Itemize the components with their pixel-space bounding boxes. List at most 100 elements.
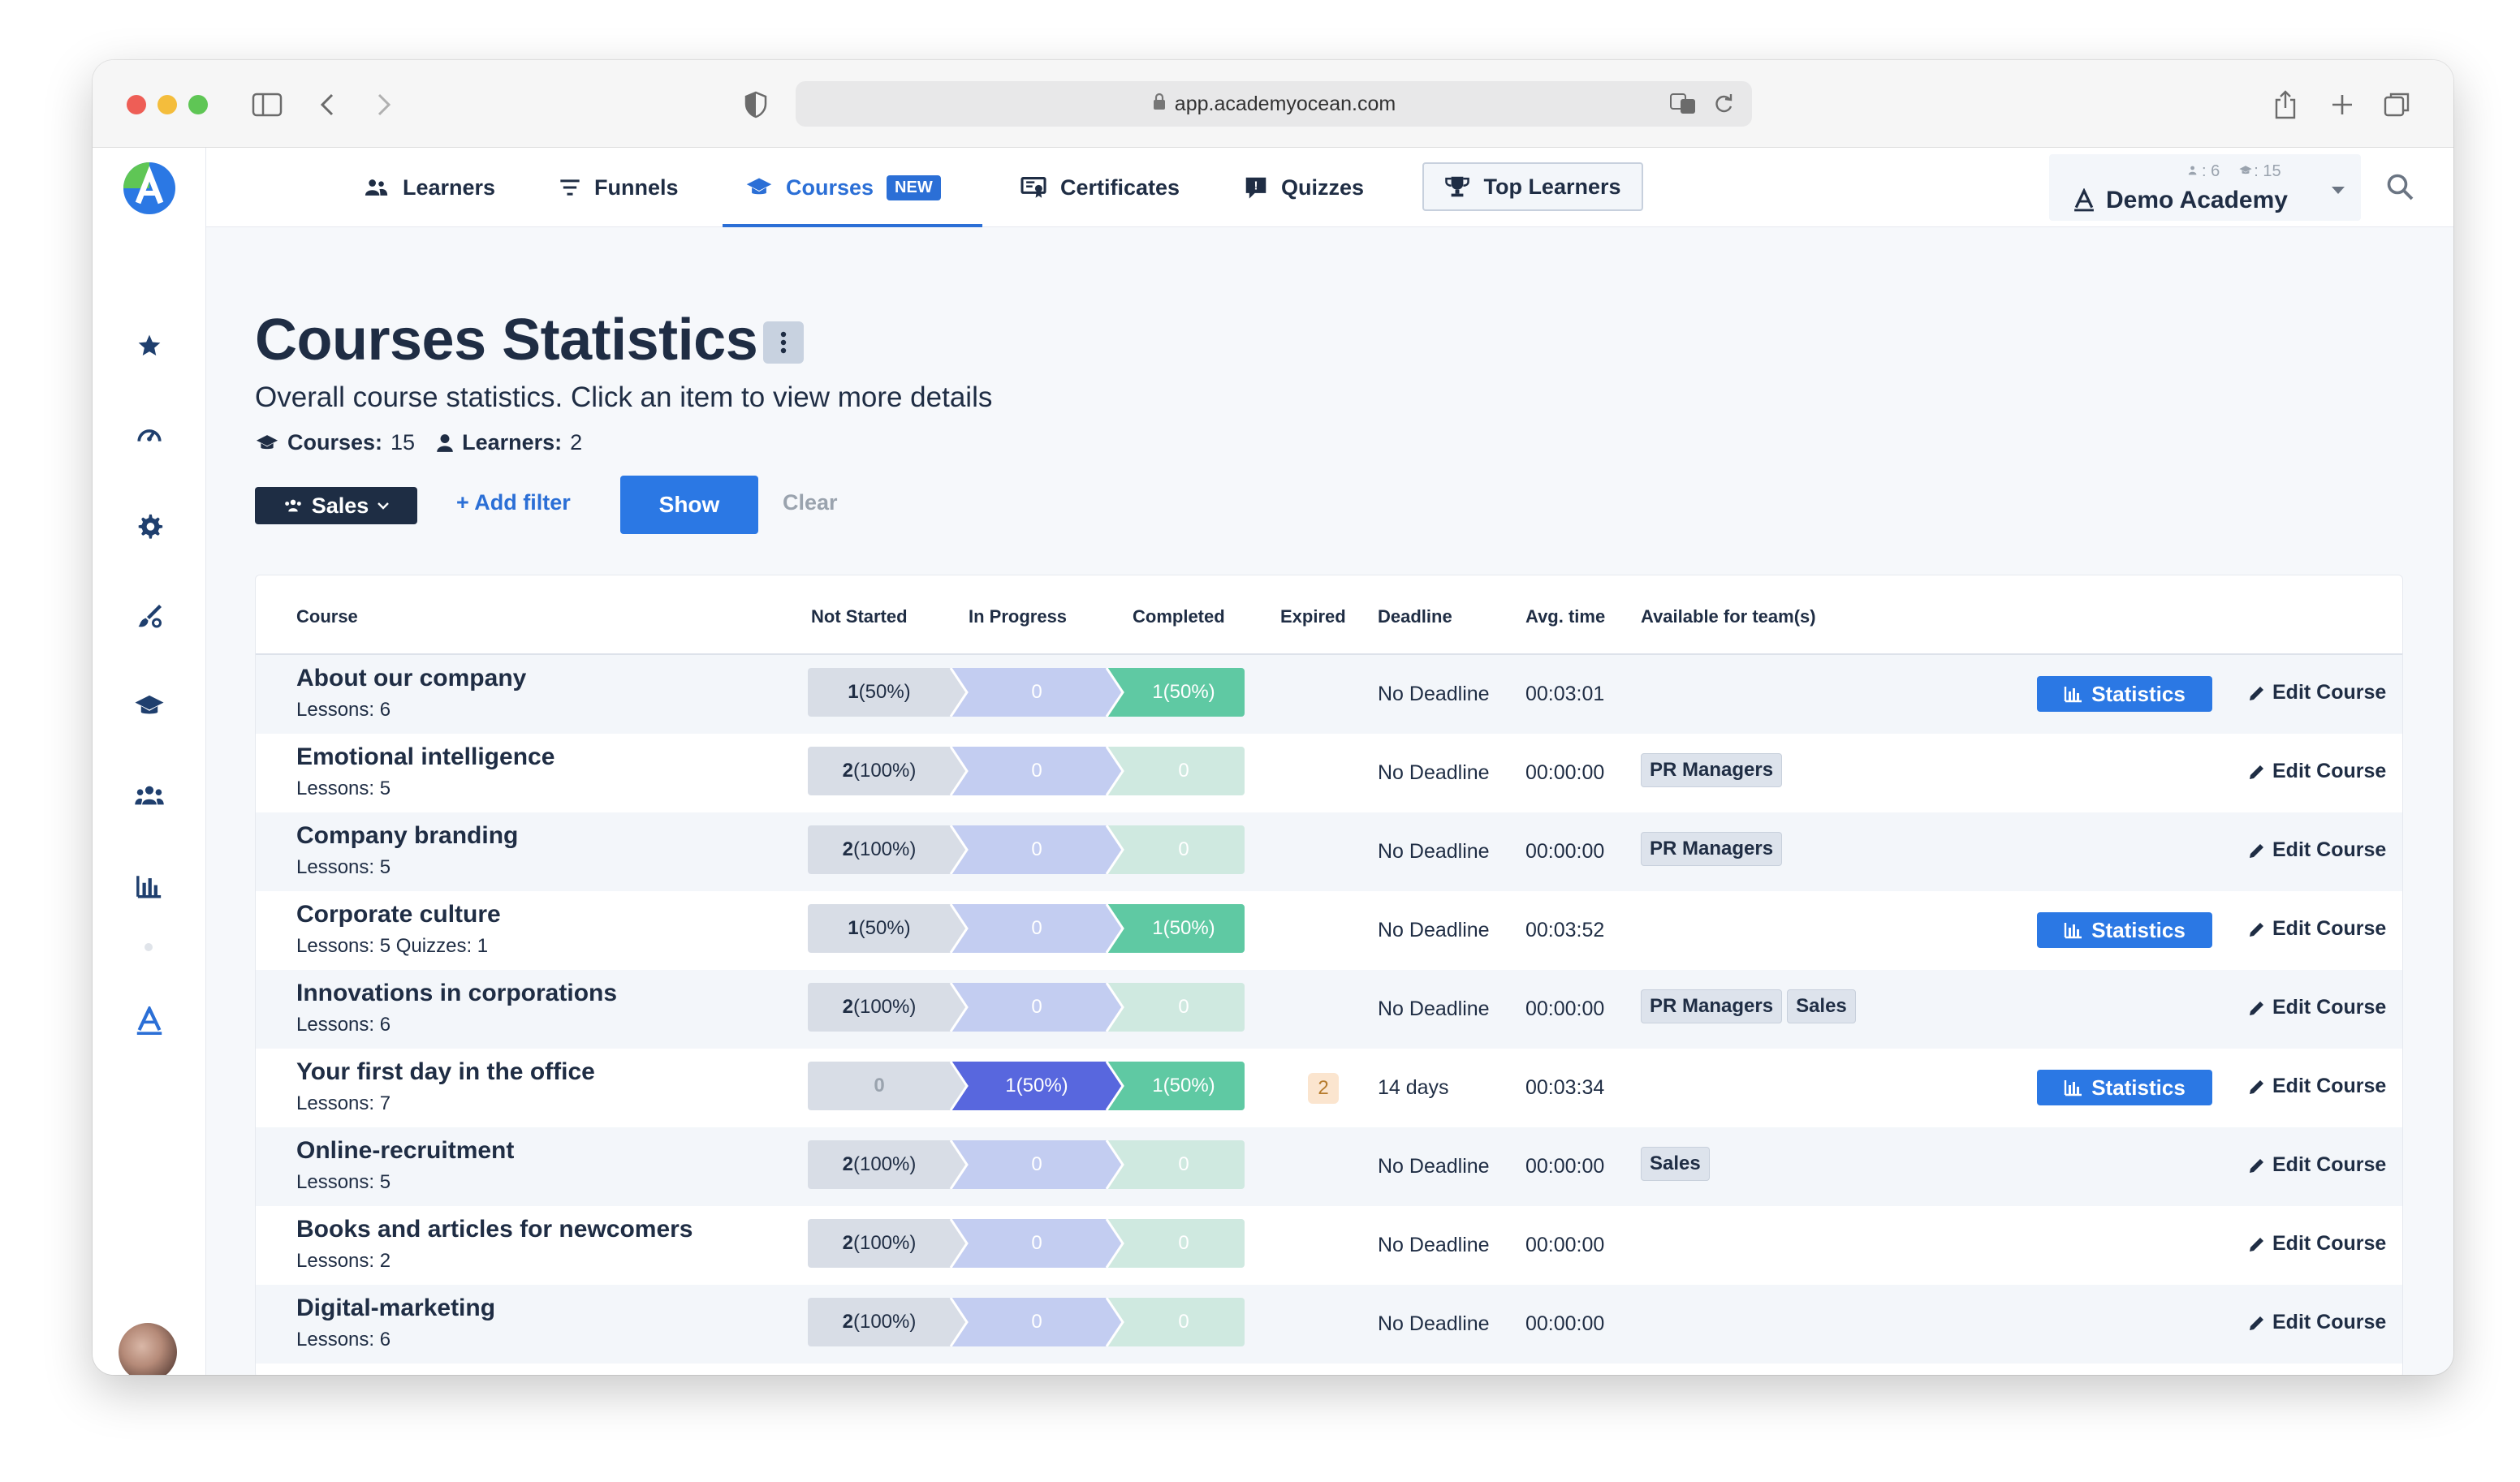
edit-course-button[interactable]: Edit Course [2248,996,2386,1019]
bar-chart-icon [2064,687,2082,703]
learners-count-label: Learners: [462,430,563,455]
course-lessons: Lessons: 5 [296,1171,391,1193]
avg-time-value: 00:00:00 [1525,1155,1605,1178]
in-progress-count: 0 [1031,996,1042,1018]
deadline-value: No Deadline [1378,1234,1490,1256]
progress-bar[interactable]: 1 (50%) 0 1 (50%) [808,904,1245,953]
course-lessons: Lessons: 5 [296,778,391,799]
not-started-percent: (100%) [852,760,917,782]
deadline-value: No Deadline [1378,683,1490,705]
completed-count: 0 [1178,1311,1189,1333]
completed-percent: (50%) [1163,917,1215,939]
header-deadline[interactable]: Deadline [1378,606,1452,627]
completed-count: 0 [1178,1153,1189,1175]
avg-time-value: 00:00:00 [1525,997,1605,1020]
in-progress-count: 0 [1031,681,1042,703]
progress-bar[interactable]: 1 (50%) 0 1 (50%) [808,668,1245,717]
pencil-icon [2250,1158,2263,1173]
statistics-button[interactable]: Statistics [2037,676,2212,712]
edit-course-button[interactable]: Edit Course [2248,838,2386,862]
edit-course-button[interactable]: Edit Course [2248,1075,2386,1098]
edit-course-label: Edit Course [2272,760,2387,782]
table-row[interactable]: Your first day in the office Lessons: 7 0 1… [256,1049,2402,1127]
completed-percent: (50%) [1163,681,1215,703]
header-in-progress[interactable]: In Progress [969,606,1067,627]
edit-course-button[interactable]: Edit Course [2248,917,2386,941]
statistics-button[interactable]: Statistics [2037,912,2212,948]
in-progress-count: 0 [1031,1311,1042,1333]
pencil-icon [2250,1237,2263,1252]
in-progress-value: 0 [967,1298,1107,1346]
edit-course-button[interactable]: Edit Course [2248,1153,2386,1177]
progress-bar[interactable]: 2 (100%) 0 0 [808,983,1245,1032]
course-name[interactable]: Your first day in the office [296,1058,595,1086]
team-tags: PR Managers [1641,832,1783,866]
progress-bar[interactable]: 2 (100%) 0 0 [808,1140,1245,1189]
course-name[interactable]: Innovations in corporations [296,980,617,1007]
statistics-button[interactable]: Statistics [2037,1070,2212,1105]
progress-bar[interactable]: 2 (100%) 0 0 [808,1219,1245,1268]
progress-bar[interactable]: 2 (100%) 0 0 [808,747,1245,795]
completed-count: 0 [1178,760,1189,782]
completed-value: 0 [1123,1219,1245,1268]
in-progress-count: 0 [1031,1153,1042,1175]
main-content: Courses Statistics Overall course statis… [93,60,2453,1375]
not-started-value: 2 (100%) [808,1140,951,1189]
clear-button[interactable]: Clear [783,490,838,515]
edit-course-button[interactable]: Edit Course [2248,760,2386,783]
show-button[interactable]: Show [620,476,758,534]
table-row[interactable]: Digital-marketing Lessons: 6 2 (100%) 0 0 No … [256,1285,2402,1364]
completed-value: 0 [1123,1140,1245,1189]
table-row[interactable]: Books and articles for newcomers Lessons:… [256,1206,2402,1285]
edit-course-button[interactable]: Edit Course [2248,681,2386,704]
completed-count: 1 [1152,1075,1163,1096]
edit-course-label: Edit Course [2272,917,2387,940]
pencil-icon [2250,922,2263,937]
progress-bar[interactable]: 2 (100%) 0 0 [808,1298,1245,1346]
team-tag: PR Managers [1641,753,1783,787]
completed-value: 0 [1123,825,1245,874]
header-course[interactable]: Course [296,606,358,627]
in-progress-value: 0 [967,825,1107,874]
header-avg-time[interactable]: Avg. time [1525,606,1605,627]
course-lessons: Lessons: 6 [296,699,391,721]
table-row[interactable]: Company branding Lessons: 5 2 (100%) 0 0 No D… [256,812,2402,891]
header-expired[interactable]: Expired [1280,606,1346,627]
not-started-percent: (50%) [858,917,911,939]
course-lessons: Lessons: 5 Quizzes: 1 [296,935,489,957]
header-completed[interactable]: Completed [1133,606,1225,627]
table-row[interactable]: Online-recruitment Lessons: 5 2 (100%) 0 0 No… [256,1127,2402,1206]
more-options-kebab-icon[interactable] [763,321,804,364]
course-name[interactable]: Digital-marketing [296,1295,495,1322]
course-name[interactable]: Books and articles for newcomers [296,1216,693,1243]
course-lessons: Lessons: 6 [296,1329,391,1351]
not-started-count: 2 [842,1311,853,1333]
add-filter-link[interactable]: + Add filter [456,490,571,515]
header-not-started[interactable]: Not Started [811,606,908,627]
learners-count-value: 2 [570,430,583,455]
table-row[interactable]: About our company Lessons: 61 (50%) 0 1 (50… [256,655,2402,734]
pencil-icon [2250,843,2263,858]
sales-filter-label: Sales [311,493,369,518]
not-started-count: 2 [842,1232,853,1254]
course-name[interactable]: About our company [296,665,526,692]
course-name[interactable]: Emotional intelligence [296,743,554,771]
not-started-value: 2 (100%) [808,1219,951,1268]
course-name[interactable]: Corporate culture [296,901,501,928]
completed-value: 0 [1123,747,1245,795]
team-icon [284,499,301,512]
not-started-percent: (50%) [858,681,911,703]
progress-bar[interactable]: 01 (50%) 1 (50%) [808,1062,1245,1110]
edit-course-label: Edit Course [2272,838,2387,861]
progress-bar[interactable]: 2 (100%) 0 0 [808,825,1245,874]
team-filter-sales-dropdown[interactable]: Sales [255,487,417,524]
edit-course-button[interactable]: Edit Course [2248,1232,2386,1256]
not-started-count: 2 [842,760,853,782]
in-progress-count: 1 [1005,1075,1016,1096]
course-name[interactable]: Online-recruitment [296,1137,514,1165]
edit-course-button[interactable]: Edit Course [2248,1311,2386,1334]
table-row[interactable]: Emotional intelligence Lessons: 5 2 (100%)… [256,734,2402,812]
table-row[interactable]: Corporate culture Lessons: 5 Quizzes: 1 1 … [256,891,2402,970]
table-row[interactable]: Innovations in corporations Lessons: 6 2 (… [256,970,2402,1049]
course-name[interactable]: Company branding [296,822,518,850]
